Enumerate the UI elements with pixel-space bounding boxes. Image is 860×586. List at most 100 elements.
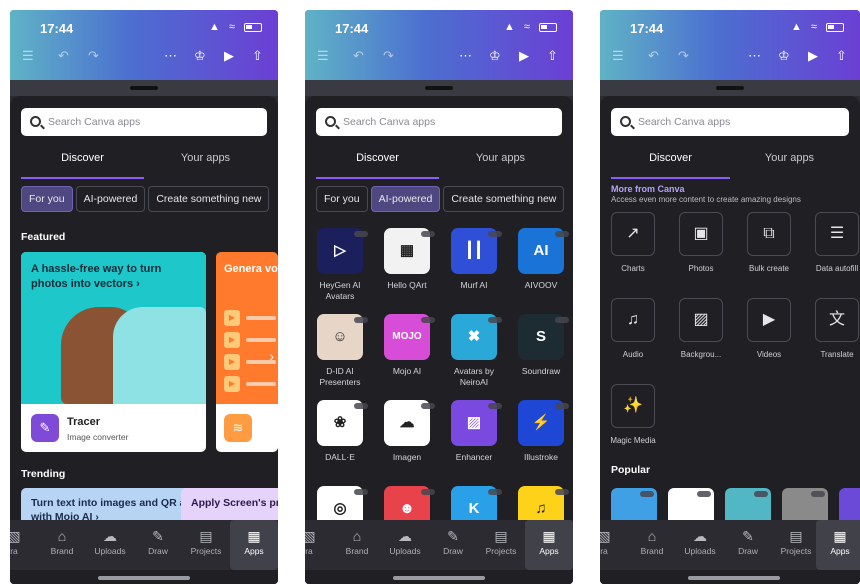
- more-options-icon[interactable]: [555, 489, 569, 495]
- search-input[interactable]: Search Canva apps: [21, 108, 267, 136]
- chip-ai-powered[interactable]: AI-powered: [370, 186, 441, 212]
- more-icon[interactable]: ⋯: [748, 48, 761, 64]
- nav-item-brand[interactable]: ⌂ Brand: [628, 520, 676, 570]
- undo-icon[interactable]: ↶: [648, 48, 659, 64]
- redo-icon[interactable]: ↷: [383, 48, 394, 64]
- chip-for-you[interactable]: For you: [316, 186, 368, 212]
- featured-card-tracer[interactable]: A hassle-free way to turn photos into ve…: [21, 252, 206, 452]
- nav-item-uploads[interactable]: ☁ Uploads: [86, 520, 134, 570]
- tab-discover[interactable]: Discover: [611, 152, 730, 179]
- share-icon[interactable]: ⇧: [252, 48, 263, 64]
- tool-tile[interactable]: 文 Translate: [809, 298, 860, 360]
- tab-your-apps[interactable]: Your apps: [730, 152, 849, 176]
- undo-icon[interactable]: ↶: [353, 48, 364, 64]
- more-options-icon[interactable]: [555, 317, 569, 323]
- menu-icon[interactable]: ☰: [317, 48, 329, 64]
- tab-your-apps[interactable]: Your apps: [439, 152, 562, 176]
- nav-item-draw[interactable]: ✎ Draw: [724, 520, 772, 570]
- tool-tile[interactable]: ▶ Videos: [741, 298, 797, 360]
- more-options-icon[interactable]: [697, 491, 711, 497]
- tool-tile[interactable]: ☰ Data autofill: [809, 212, 860, 274]
- more-options-icon[interactable]: [488, 231, 502, 237]
- app-tile[interactable]: S Soundraw: [510, 314, 572, 377]
- share-icon[interactable]: ⇧: [836, 48, 847, 64]
- tool-tile[interactable]: ▨ Backgrou...: [673, 298, 729, 360]
- more-options-icon[interactable]: [421, 403, 435, 409]
- nav-item-brand[interactable]: ⌂ Brand: [38, 520, 86, 570]
- more-options-icon[interactable]: [488, 403, 502, 409]
- tab-your-apps[interactable]: Your apps: [144, 152, 267, 176]
- app-tile[interactable]: ❀ DALL·E: [309, 400, 371, 463]
- more-options-icon[interactable]: [354, 403, 368, 409]
- tool-tile[interactable]: ♫ Audio: [605, 298, 661, 360]
- nav-item-design[interactable]: ▧ ra: [600, 520, 628, 570]
- search-input[interactable]: Search Canva apps: [611, 108, 849, 136]
- nav-item-projects[interactable]: ▤ Projects: [772, 520, 820, 570]
- tool-tile[interactable]: ⧉ Bulk create: [741, 212, 797, 274]
- more-options-icon[interactable]: [640, 491, 654, 497]
- carousel-next-icon[interactable]: ›: [269, 348, 274, 364]
- nav-item-brand[interactable]: ⌂ Brand: [333, 520, 381, 570]
- nav-item-apps[interactable]: ▦ Apps: [525, 520, 573, 570]
- redo-icon[interactable]: ↷: [678, 48, 689, 64]
- nav-item-projects[interactable]: ▤ Projects: [182, 520, 230, 570]
- more-icon[interactable]: ⋯: [164, 48, 177, 64]
- app-tile[interactable]: MOJO Mojo AI: [376, 314, 438, 377]
- more-options-icon[interactable]: [488, 489, 502, 495]
- app-tile[interactable]: ┃┃ Murf AI: [443, 228, 505, 291]
- drag-handle[interactable]: [716, 86, 744, 90]
- tool-tile[interactable]: ▣ Photos: [673, 212, 729, 274]
- app-tile[interactable]: ▦ Hello QArt: [376, 228, 438, 291]
- chip-for-you[interactable]: For you: [21, 186, 73, 212]
- app-tile[interactable]: ▷ HeyGen AI Avatars: [309, 228, 371, 302]
- drag-handle[interactable]: [425, 86, 453, 90]
- chip-create-something-new[interactable]: Create something new: [148, 186, 270, 212]
- more-options-icon[interactable]: [754, 491, 768, 497]
- crown-icon[interactable]: ♔: [194, 48, 206, 64]
- nav-item-design[interactable]: ▧ ra: [305, 520, 333, 570]
- undo-icon[interactable]: ↶: [58, 48, 69, 64]
- app-tile[interactable]: ⚡ Illustroke: [510, 400, 572, 463]
- chip-ai-powered[interactable]: AI-powered: [75, 186, 146, 212]
- menu-icon[interactable]: ☰: [612, 48, 624, 64]
- chip-create-something-new[interactable]: Create something new: [443, 186, 565, 212]
- search-input[interactable]: Search Canva apps: [316, 108, 562, 136]
- nav-item-design[interactable]: ▧ ra: [10, 520, 38, 570]
- more-options-icon[interactable]: [488, 317, 502, 323]
- redo-icon[interactable]: ↷: [88, 48, 99, 64]
- menu-icon[interactable]: ☰: [22, 48, 34, 64]
- nav-item-uploads[interactable]: ☁ Uploads: [676, 520, 724, 570]
- play-icon[interactable]: ▶: [519, 48, 529, 64]
- more-options-icon[interactable]: [421, 231, 435, 237]
- nav-item-uploads[interactable]: ☁ Uploads: [381, 520, 429, 570]
- play-icon[interactable]: ▶: [224, 48, 234, 64]
- app-tile[interactable]: ☁ Imagen: [376, 400, 438, 463]
- app-tile[interactable]: ☺ D-ID AI Presenters: [309, 314, 371, 388]
- more-options-icon[interactable]: [555, 231, 569, 237]
- nav-item-apps[interactable]: ▦ Apps: [816, 520, 860, 570]
- more-options-icon[interactable]: [354, 317, 368, 323]
- nav-item-apps[interactable]: ▦ Apps: [230, 520, 278, 570]
- more-options-icon[interactable]: [555, 403, 569, 409]
- more-options-icon[interactable]: [421, 489, 435, 495]
- tool-tile[interactable]: ↗ Charts: [605, 212, 661, 274]
- tool-tile[interactable]: ✨ Magic Media: [605, 384, 661, 446]
- drag-handle[interactable]: [130, 86, 158, 90]
- tab-discover[interactable]: Discover: [21, 152, 144, 179]
- crown-icon[interactable]: ♔: [489, 48, 501, 64]
- more-options-icon[interactable]: [354, 489, 368, 495]
- app-tile[interactable]: ✖ Avatars by NeiroAI: [443, 314, 505, 388]
- app-tile[interactable]: ▨ Enhancer: [443, 400, 505, 463]
- nav-item-projects[interactable]: ▤ Projects: [477, 520, 525, 570]
- app-tile[interactable]: AI AIVOOV: [510, 228, 572, 291]
- share-icon[interactable]: ⇧: [547, 48, 558, 64]
- nav-item-draw[interactable]: ✎ Draw: [429, 520, 477, 570]
- more-options-icon[interactable]: [421, 317, 435, 323]
- tab-discover[interactable]: Discover: [316, 152, 439, 179]
- crown-icon[interactable]: ♔: [778, 48, 790, 64]
- nav-item-draw[interactable]: ✎ Draw: [134, 520, 182, 570]
- more-icon[interactable]: ⋯: [459, 48, 472, 64]
- more-options-icon[interactable]: [354, 231, 368, 237]
- more-options-icon[interactable]: [811, 491, 825, 497]
- play-icon[interactable]: ▶: [808, 48, 818, 64]
